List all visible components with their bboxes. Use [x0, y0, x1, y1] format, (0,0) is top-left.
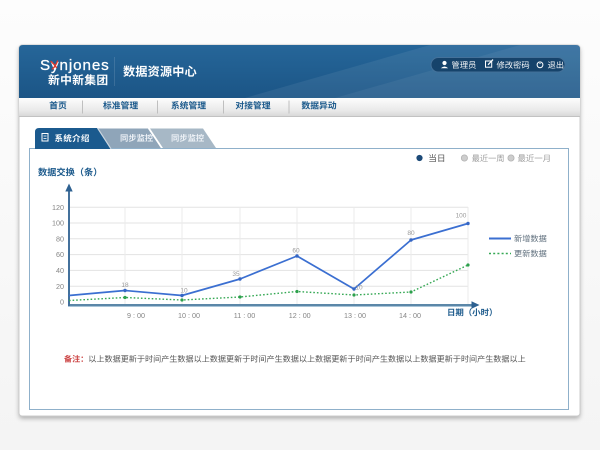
svg-text:80: 80	[407, 230, 415, 237]
svg-text:10: 10	[355, 285, 363, 292]
svg-text:60: 60	[56, 250, 64, 259]
svg-text:40: 40	[56, 266, 64, 275]
svg-text:13 : 00: 13 : 00	[344, 311, 366, 320]
svg-text:20: 20	[56, 282, 64, 291]
svg-text:0: 0	[60, 298, 64, 307]
svg-text:60: 60	[292, 248, 300, 255]
svg-text:80: 80	[56, 234, 64, 243]
svg-text:9 : 00: 9 : 00	[127, 311, 145, 320]
svg-text:Synjones: Synjones	[40, 57, 110, 74]
svg-text:100: 100	[52, 219, 64, 228]
svg-text:18: 18	[121, 282, 129, 289]
svg-text:14 : 00: 14 : 00	[399, 311, 421, 320]
svg-text:100: 100	[456, 213, 467, 220]
svg-text:11 : 00: 11 : 00	[234, 311, 255, 320]
svg-text:10: 10	[180, 288, 188, 295]
svg-text:10 : 00: 10 : 00	[178, 311, 200, 320]
svg-text:120: 120	[52, 203, 64, 212]
svg-text:35: 35	[232, 271, 240, 278]
svg-text:12 : 00: 12 : 00	[289, 311, 311, 320]
